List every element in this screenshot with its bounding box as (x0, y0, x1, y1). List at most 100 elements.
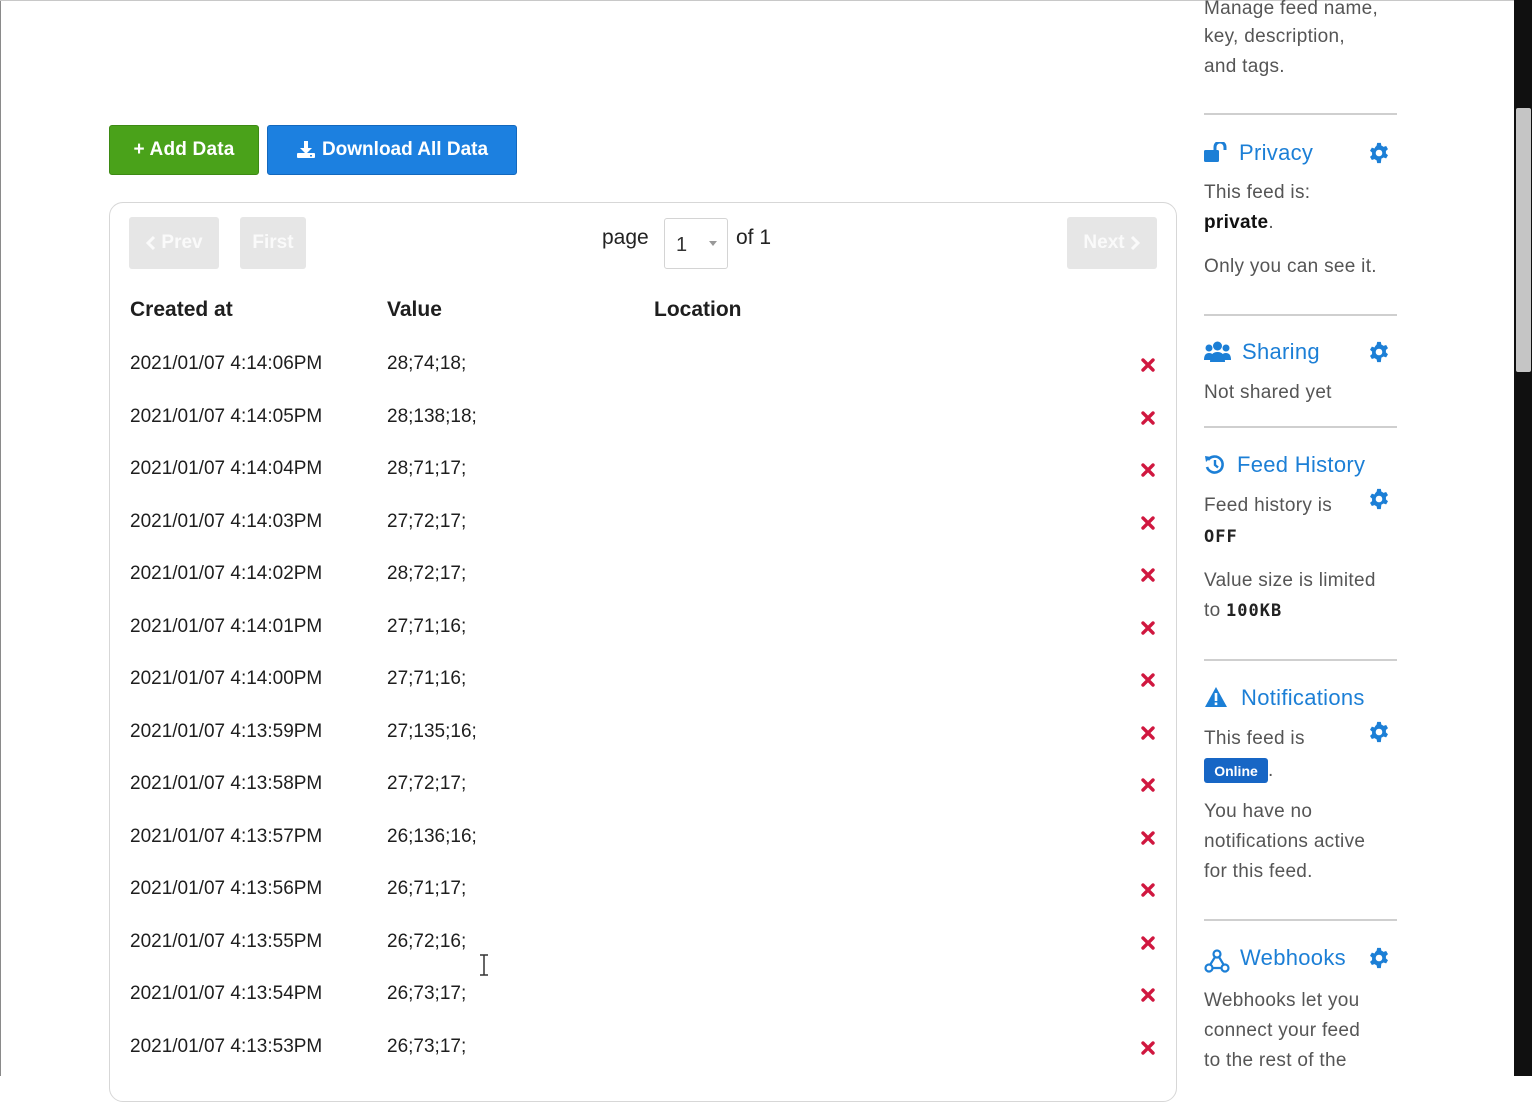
created-at-cell: 2021/01/07 4:13:55PM (130, 931, 323, 952)
value-cell: 27;72;17; (387, 511, 467, 532)
delete-x-icon[interactable] (1140, 882, 1156, 898)
privacy-text-line2: Only you can see it. (1204, 256, 1377, 277)
privacy-text-line1: This feed is: (1204, 182, 1311, 203)
created-at-cell: 2021/01/07 4:14:05PM (130, 406, 323, 427)
value-cell: 28;138;18; (387, 406, 477, 427)
created-at-cell: 2021/01/07 4:14:02PM (130, 563, 323, 584)
notifications-gear-icon[interactable] (1368, 721, 1390, 743)
delete-x-icon[interactable] (1140, 620, 1156, 636)
page-select[interactable]: 1 (664, 218, 728, 269)
created-at-cell: 2021/01/07 4:14:01PM (130, 616, 323, 637)
delete-x-icon[interactable] (1140, 830, 1156, 846)
table-row: 2021/01/07 4:14:01PM 27;71;16; (110, 616, 1176, 668)
value-cell: 27;71;16; (387, 616, 467, 637)
history-icon (1205, 455, 1224, 474)
sidebar-divider (1204, 113, 1397, 115)
webhooks-title[interactable]: Webhooks (1240, 945, 1346, 971)
notifications-title[interactable]: Notifications (1241, 685, 1365, 711)
sidebar-divider (1204, 314, 1397, 316)
column-header-location[interactable]: Location (654, 298, 742, 322)
privacy-status-line: private. (1204, 212, 1274, 234)
sharing-gear-icon[interactable] (1368, 341, 1390, 363)
manage-text-line1: Manage feed name, (1204, 0, 1379, 19)
notifications-text-line2: You have no (1204, 801, 1313, 822)
users-icon (1204, 341, 1231, 362)
delete-x-icon[interactable] (1140, 987, 1156, 1003)
webhook-icon (1204, 949, 1230, 973)
delete-x-icon[interactable] (1140, 725, 1156, 741)
delete-x-icon[interactable] (1140, 1040, 1156, 1056)
download-all-data-label: Download All Data (321, 139, 489, 160)
column-header-value[interactable]: Value (387, 298, 442, 322)
delete-x-icon[interactable] (1140, 672, 1156, 688)
privacy-gear-icon[interactable] (1368, 142, 1390, 164)
value-cell: 28;74;18; (387, 353, 467, 374)
table-row: 2021/01/07 4:13:57PM 26;136;16; (110, 826, 1176, 878)
delete-x-icon[interactable] (1140, 777, 1156, 793)
delete-x-icon[interactable] (1140, 567, 1156, 583)
text-cursor-icon (480, 954, 488, 976)
history-gear-icon[interactable] (1368, 488, 1390, 510)
created-at-cell: 2021/01/07 4:13:53PM (130, 1036, 323, 1057)
table-row: 2021/01/07 4:14:05PM 28;138;18; (110, 406, 1176, 458)
created-at-cell: 2021/01/07 4:13:54PM (130, 983, 323, 1004)
table-row: 2021/01/07 4:14:03PM 27;72;17; (110, 511, 1176, 563)
table-row: 2021/01/07 4:14:06PM 28;74;18; (110, 353, 1176, 405)
table-row: 2021/01/07 4:13:54PM 26;73;17; (110, 983, 1176, 1035)
value-cell: 26;72;16; (387, 931, 467, 952)
feed-history-title[interactable]: Feed History (1237, 452, 1365, 478)
next-page-label: Next (1083, 232, 1125, 253)
add-data-button[interactable]: + Add Data (109, 125, 259, 175)
created-at-cell: 2021/01/07 4:14:04PM (130, 458, 323, 479)
page-label: page (602, 226, 649, 249)
sharing-title[interactable]: Sharing (1242, 339, 1320, 365)
webhooks-gear-icon[interactable] (1368, 947, 1390, 969)
created-at-cell: 2021/01/07 4:14:03PM (130, 511, 323, 532)
next-page-button[interactable]: Next (1067, 217, 1157, 269)
table-row: 2021/01/07 4:14:00PM 27;71;16; (110, 668, 1176, 720)
notifications-text-line3: notifications active (1204, 831, 1366, 852)
history-size-line: to 100KB (1204, 600, 1282, 622)
badge-suffix: . (1268, 760, 1274, 781)
privacy-status: private (1204, 212, 1269, 233)
download-all-data-button[interactable]: Download All Data (267, 125, 517, 175)
history-size-prefix: to (1204, 600, 1221, 621)
delete-x-icon[interactable] (1140, 935, 1156, 951)
download-icon (296, 141, 315, 158)
history-status: OFF (1204, 527, 1238, 547)
sidebar-divider (1204, 919, 1397, 921)
table-row: 2021/01/07 4:13:53PM 26;73;17; (110, 1036, 1176, 1088)
webhooks-text-line1: Webhooks let you (1204, 990, 1360, 1011)
value-cell: 27;72;17; (387, 773, 467, 794)
first-page-button[interactable]: First (240, 217, 306, 269)
value-cell: 26;73;17; (387, 1036, 467, 1057)
delete-x-icon[interactable] (1140, 462, 1156, 478)
privacy-status-suffix: . (1268, 212, 1275, 233)
history-size-value: 100KB (1226, 601, 1283, 621)
sharing-text: Not shared yet (1204, 382, 1332, 403)
created-at-cell: 2021/01/07 4:14:00PM (130, 668, 323, 689)
warning-icon (1205, 687, 1227, 707)
value-cell: 27;135;16; (387, 721, 477, 742)
delete-x-icon[interactable] (1140, 410, 1156, 426)
notifications-text-line1: This feed is (1204, 728, 1305, 749)
value-cell: 27;71;16; (387, 668, 467, 689)
chevron-right-icon (1130, 235, 1140, 251)
window-frame-left (0, 0, 1, 1076)
created-at-cell: 2021/01/07 4:13:56PM (130, 878, 323, 899)
webhooks-text-line3: to the rest of the (1204, 1050, 1347, 1071)
history-text-line2: Value size is limited (1204, 570, 1376, 591)
table-row: 2021/01/07 4:13:58PM 27;72;17; (110, 773, 1176, 825)
delete-x-icon[interactable] (1140, 357, 1156, 373)
value-cell: 26;71;17; (387, 878, 467, 899)
current-page-value: 1 (676, 234, 688, 256)
scrollbar-thumb[interactable] (1516, 108, 1531, 372)
created-at-cell: 2021/01/07 4:14:06PM (130, 353, 323, 374)
delete-x-icon[interactable] (1140, 515, 1156, 531)
prev-page-button[interactable]: Prev (129, 217, 219, 269)
prev-page-label: Prev (161, 232, 203, 253)
column-header-created-at[interactable]: Created at (130, 298, 233, 322)
manage-text-line3: and tags. (1204, 56, 1285, 77)
privacy-title[interactable]: Privacy (1239, 140, 1313, 166)
sidebar-divider (1204, 659, 1397, 661)
